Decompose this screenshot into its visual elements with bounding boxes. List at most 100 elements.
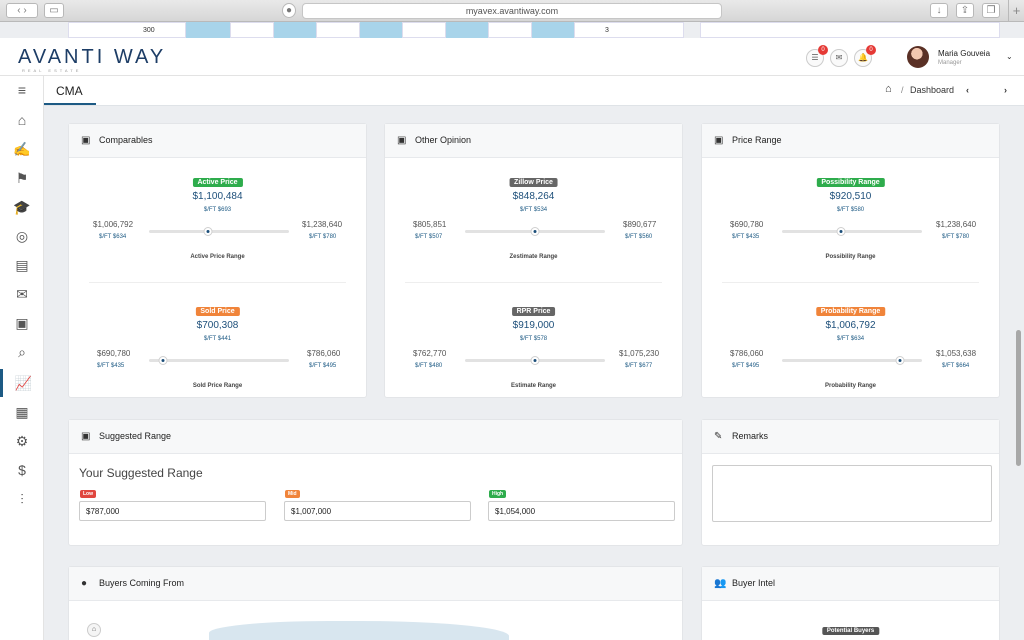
- card-header: ▣ Price Range: [702, 124, 999, 158]
- range-low-sqft: $/FT $435: [732, 234, 760, 240]
- rpr-price-value: $919,000: [512, 320, 555, 331]
- globe-icon: ●: [81, 578, 88, 589]
- card-header: ▣ Suggested Range: [69, 420, 682, 454]
- range-low: $690,780: [730, 220, 764, 229]
- range-low-sqft: $/FT $495: [732, 363, 760, 369]
- low-tag: Low: [80, 490, 96, 498]
- map-home-icon[interactable]: ⌂: [87, 623, 101, 637]
- mid-price-input[interactable]: [284, 501, 471, 521]
- range-name: Probability Range: [824, 383, 876, 389]
- avanti-way-logo[interactable]: AVANTI WAY: [18, 46, 166, 69]
- range-low: $1,006,792: [93, 220, 134, 229]
- calculator-icon[interactable]: ▦: [0, 398, 44, 426]
- range-name: Possibility Range: [825, 254, 876, 260]
- zillow-price-label: Zillow Price: [509, 178, 558, 187]
- active-price-value: $1,100,484: [192, 191, 243, 202]
- mail-icon[interactable]: ✉: [830, 49, 848, 67]
- map[interactable]: ⌂: [69, 603, 682, 640]
- graduation-cap-icon[interactable]: 🎓: [0, 193, 44, 221]
- title-underline: [44, 103, 96, 105]
- target-icon[interactable]: ◎: [0, 222, 44, 250]
- sold-price-label: Sold Price: [195, 307, 240, 316]
- slider-knob[interactable]: [530, 356, 540, 365]
- remarks-textarea[interactable]: [712, 465, 992, 522]
- range-high-sqft: $/FT $780: [942, 234, 970, 240]
- map-landmass: [209, 621, 509, 640]
- range-slider[interactable]: [782, 356, 922, 365]
- range-slider[interactable]: [465, 356, 605, 365]
- range-name: Estimate Range: [510, 383, 556, 389]
- card-title: Suggested Range: [99, 431, 172, 441]
- user-avatar[interactable]: [907, 46, 929, 68]
- extension-icon[interactable]: ●: [282, 3, 296, 18]
- address-bar[interactable]: myavex.avantiway.com: [302, 3, 722, 19]
- user-role: Manager: [938, 60, 962, 66]
- home-icon[interactable]: ⌂: [885, 83, 892, 95]
- gear-icon[interactable]: ⚙: [0, 427, 44, 455]
- card-header: ▣ Comparables: [69, 124, 366, 158]
- range-high: $1,238,640: [302, 220, 343, 229]
- range-low-sqft: $/FT $634: [99, 234, 127, 240]
- card-header: ● Buyers Coming From: [69, 567, 682, 601]
- chevron-right-icon[interactable]: ›: [1004, 85, 1007, 95]
- mid-tag: Mid: [285, 490, 300, 498]
- back-forward-buttons[interactable]: ‹ ›: [6, 3, 38, 18]
- suggested-range-card: ▣ Suggested Range Your Suggested Range L…: [68, 419, 683, 546]
- hamburger-menu-icon[interactable]: ≡: [0, 76, 44, 104]
- bell-badge: 0: [866, 45, 876, 55]
- range-slider[interactable]: [149, 356, 289, 365]
- document-icon[interactable]: ▤: [0, 251, 44, 279]
- rpr-price-label: RPR Price: [511, 307, 556, 316]
- slider-knob[interactable]: [895, 356, 905, 365]
- zillow-price-sqft: $/FT $534: [519, 207, 548, 213]
- slider-knob[interactable]: [836, 227, 846, 236]
- strip-value-left: 300: [68, 22, 186, 38]
- breadcrumb-dashboard[interactable]: Dashboard: [910, 85, 954, 95]
- range-low: $690,780: [97, 349, 131, 358]
- comparables-card: ▣ Comparables Active Price $1,100,484 $/…: [68, 123, 367, 398]
- chevron-down-icon[interactable]: ⌄: [1006, 52, 1013, 61]
- list-badge: 0: [818, 45, 828, 55]
- slider-knob[interactable]: [158, 356, 168, 365]
- new-tab-button[interactable]: +: [1008, 0, 1024, 22]
- sliders-icon[interactable]: ⫶: [0, 485, 44, 513]
- flag-icon[interactable]: ⚑: [0, 164, 44, 192]
- card-header: ✎ Remarks: [702, 420, 999, 454]
- card-title: Buyer Intel: [732, 578, 776, 588]
- chevron-left-icon[interactable]: ‹: [966, 85, 969, 95]
- envelope-icon[interactable]: ✉: [0, 280, 44, 308]
- low-price-input[interactable]: [79, 501, 266, 521]
- range-high: $1,238,640: [936, 220, 977, 229]
- slider-knob[interactable]: [203, 227, 213, 236]
- high-price-input[interactable]: [488, 501, 675, 521]
- share-icon[interactable]: ⇪: [956, 3, 974, 18]
- range-slider[interactable]: [149, 227, 289, 236]
- range-slider[interactable]: [465, 227, 605, 236]
- contact-card-icon[interactable]: ▣: [0, 309, 44, 337]
- sidebar: ≡ ⌂ ✍ ⚑ 🎓 ◎ ▤ ✉ ▣ ⌕ 📈 ▦ ⚙ $ ⫶: [0, 76, 44, 640]
- list-icon[interactable]: ☰ 0: [806, 45, 828, 67]
- home-icon[interactable]: ⌂: [0, 106, 44, 134]
- logo-subtitle: REAL ESTATE: [22, 68, 82, 73]
- range-high-sqft: $/FT $677: [625, 363, 653, 369]
- search-icon[interactable]: ⌕: [0, 338, 44, 366]
- handshake-icon[interactable]: ✍: [0, 135, 44, 163]
- user-name[interactable]: Maria Gouveia: [938, 49, 990, 58]
- download-icon[interactable]: ↓: [930, 3, 948, 18]
- dollar-icon[interactable]: $: [0, 456, 44, 484]
- money-icon: ▣: [714, 135, 724, 146]
- slider-knob[interactable]: [530, 227, 540, 236]
- other-opinion-card: ▣ Other Opinion Zillow Price $848,264 $/…: [384, 123, 683, 398]
- range-low-sqft: $/FT $435: [97, 363, 125, 369]
- users-icon: 👥: [714, 578, 727, 589]
- chart-icon[interactable]: 📈: [0, 369, 44, 397]
- sidebar-toggle-button[interactable]: ▭: [44, 3, 64, 18]
- money-icon: ▣: [81, 431, 91, 442]
- range-high: $1,053,638: [936, 349, 977, 358]
- bell-icon[interactable]: 🔔 0: [854, 45, 876, 67]
- page-scrollbar[interactable]: [1016, 330, 1021, 466]
- tabs-icon[interactable]: ❐: [982, 3, 1000, 18]
- range-slider[interactable]: [782, 227, 922, 236]
- page-title-bar: CMA ⌂ / Dashboard ‹ ›: [44, 76, 1024, 106]
- possibility-range-value: $920,510: [829, 191, 872, 202]
